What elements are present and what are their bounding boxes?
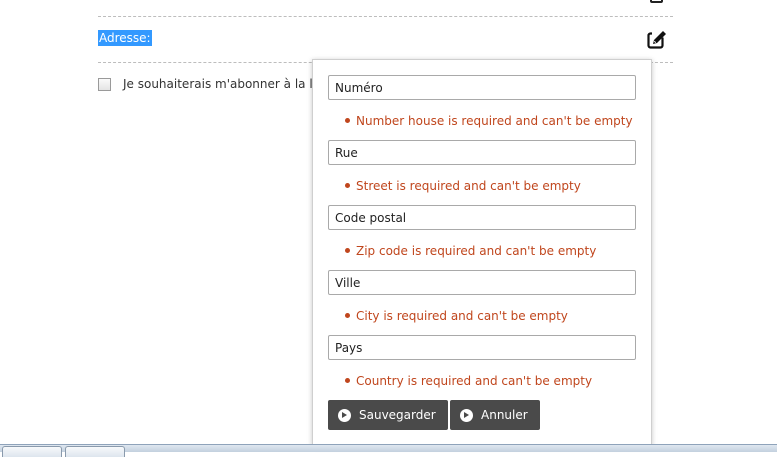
newsletter-checkbox[interactable] <box>98 78 111 91</box>
zip-code-error: Zip code is required and can't be empty <box>344 244 597 258</box>
street-error: Street is required and can't be empty <box>345 179 581 193</box>
cancel-button-label: Annuler <box>481 408 528 422</box>
taskbar-button[interactable] <box>2 446 62 457</box>
country-error: Country is required and can't be empty <box>344 374 593 388</box>
zip-code-input[interactable] <box>328 205 636 230</box>
save-button[interactable]: Sauvegarder <box>328 400 448 430</box>
taskbar-button[interactable] <box>65 446 125 457</box>
circle-chevron-right-icon <box>338 408 351 422</box>
address-label: Adresse: <box>98 30 152 46</box>
street-input[interactable] <box>328 140 636 165</box>
divider-top <box>98 16 673 17</box>
edit-icon[interactable] <box>646 29 668 51</box>
house-number-input[interactable] <box>328 75 636 100</box>
cancel-button[interactable]: Annuler <box>450 400 540 430</box>
city-input[interactable] <box>328 270 636 295</box>
country-input[interactable] <box>328 335 636 360</box>
edit-icon[interactable] <box>650 0 663 3</box>
save-button-label: Sauvegarder <box>359 408 436 422</box>
circle-chevron-right-icon <box>460 408 473 422</box>
newsletter-label: Je souhaiterais m'abonner à la lett <box>123 77 330 91</box>
address-edit-popup: Number house is required and can't be em… <box>312 59 652 446</box>
city-error: City is required and can't be empty <box>345 309 568 323</box>
house-number-error: Number house is required and can't be em… <box>345 114 633 128</box>
